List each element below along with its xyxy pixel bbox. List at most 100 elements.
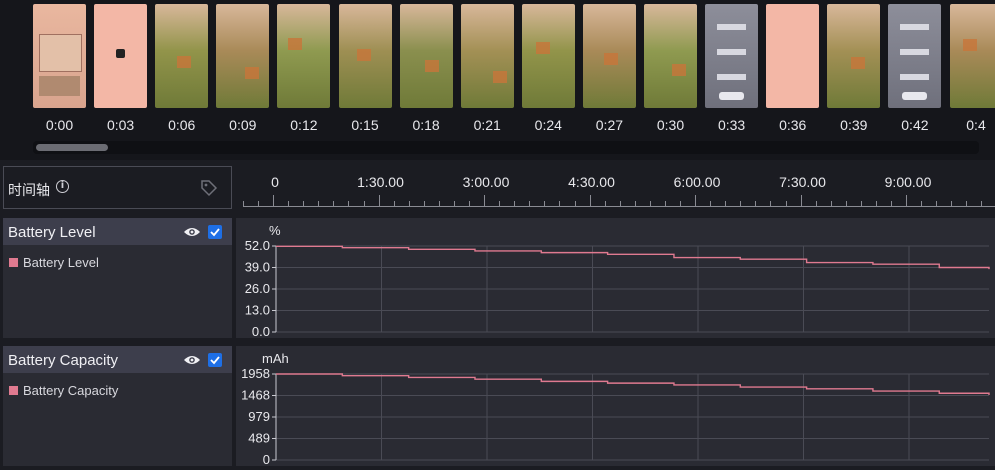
legend-label: Battery Capacity	[23, 383, 119, 398]
frame-timestamp: 0:42	[901, 117, 929, 133]
ruler-baseline	[243, 206, 995, 207]
game-object	[535, 42, 550, 54]
y-tick-label: 39.0	[245, 260, 270, 275]
menu-panel	[39, 34, 82, 72]
frame-timestamp: 0:21	[473, 117, 501, 133]
series-line	[276, 373, 990, 395]
game-object	[492, 71, 507, 83]
series-line	[276, 245, 990, 270]
frame-timestamp: 0:33	[717, 117, 746, 133]
metric-header: Battery Level	[3, 218, 232, 245]
game-object	[288, 38, 303, 50]
frame-timestamp: 0:30	[656, 117, 685, 133]
filmstrip-scrollbar[interactable]	[33, 141, 979, 154]
video-frame-thumbnail[interactable]	[94, 4, 148, 108]
ruler-label: 4:30.00	[568, 174, 615, 190]
video-frame-thumbnail[interactable]	[33, 4, 86, 108]
chart-battery-capacity: mAh 1958 1468 979 489 0	[236, 346, 995, 466]
y-tick-label: 52.0	[245, 238, 270, 253]
ruler-label: 9:00.00	[884, 174, 932, 190]
y-tick-label: 0	[263, 452, 270, 466]
video-frame-thumbnail[interactable]	[277, 4, 331, 108]
video-frame-thumbnail[interactable]	[521, 4, 575, 108]
eye-icon[interactable]	[183, 354, 201, 366]
ruler-label: 3:00.00	[462, 174, 510, 190]
ui-overlay-element	[717, 24, 747, 30]
video-frame-thumbnail[interactable]	[155, 4, 209, 108]
chart-battery-level: % 52.0 39.0 26.0 13.0 0.0	[236, 218, 995, 338]
frame-timestamp: 0:27	[595, 117, 624, 133]
info-icon[interactable]: i	[56, 180, 69, 193]
frame-timestamp: 0:4	[966, 117, 986, 133]
video-frame-thumbnail[interactable]	[216, 4, 270, 108]
game-object	[245, 67, 260, 79]
ui-overlay-button	[902, 92, 928, 100]
video-frame-thumbnail[interactable]	[644, 4, 697, 108]
metric-panel-battery-level: Battery Level Battery Level	[3, 218, 232, 338]
timeline-ruler[interactable]: 0 1:30.00 3:00.00 4:30.00 6:00.00 7:30.00 9:00…	[236, 166, 995, 209]
frame-timestamp: 0:15	[351, 117, 379, 133]
frame-timestamp: 0:39	[840, 117, 868, 133]
video-frame-thumbnail[interactable]	[888, 4, 942, 108]
frame-timestamp: 0:09	[229, 117, 257, 133]
ui-overlay-button	[719, 92, 745, 100]
thumbnail-filmstrip: 0:00 0:03 0:06 0:09 0:12 0:15 0:18 0:21 0:24 0:27…	[0, 0, 995, 160]
frame-timestamp: 0:36	[779, 117, 807, 133]
y-tick-label: 13.0	[245, 303, 270, 318]
y-tick-label: 26.0	[245, 281, 270, 296]
menu-buttons	[39, 76, 80, 96]
legend-swatch	[9, 386, 18, 395]
frame-timestamp: 0:06	[168, 117, 196, 133]
chart-plot: 1958 1468 979 489 0	[241, 366, 990, 466]
frame-timestamp: 0:18	[412, 117, 440, 133]
video-frame-thumbnail[interactable]	[460, 4, 514, 108]
ruler-label: 6:00.00	[673, 174, 721, 190]
visibility-checkbox[interactable]	[208, 225, 222, 239]
tag-icon[interactable]	[200, 179, 218, 197]
game-object	[356, 49, 371, 61]
game-object	[851, 57, 866, 69]
game-object	[177, 56, 192, 68]
y-tick-label: 1958	[241, 366, 270, 381]
video-frame-thumbnail[interactable]	[949, 4, 995, 108]
frame-timestamp: 0:24	[534, 117, 562, 133]
check-icon	[210, 356, 220, 365]
ui-overlay-element	[717, 49, 747, 55]
ui-overlay-element	[900, 49, 930, 55]
y-tick-label: 979	[248, 409, 270, 424]
game-object	[672, 64, 686, 76]
video-frame-thumbnail[interactable]	[705, 4, 759, 108]
legend-label: Battery Level	[23, 255, 99, 270]
ruler-label: 7:30.00	[779, 174, 826, 190]
frame-timestamp: 0:12	[290, 117, 318, 133]
ruler-label: 1:30.00	[357, 174, 404, 190]
metric-panel-battery-capacity: Battery Capacity Battery Capacity	[3, 346, 232, 466]
timeline-header: 时间轴 i	[3, 166, 232, 209]
legend-swatch	[9, 258, 18, 267]
video-frame-thumbnail[interactable]	[399, 4, 453, 108]
y-tick-label: 1468	[241, 388, 270, 403]
eye-icon[interactable]	[183, 226, 201, 238]
y-tick-label: 0.0	[252, 324, 270, 338]
video-frame-thumbnail[interactable]	[582, 4, 636, 108]
ui-overlay-element	[900, 74, 930, 80]
video-frame-thumbnail[interactable]	[338, 4, 392, 108]
game-object	[962, 39, 977, 51]
frame-timestamp: 0:00	[45, 117, 74, 133]
filmstrip-scroll-thumb[interactable]	[36, 144, 108, 151]
visibility-checkbox[interactable]	[208, 353, 222, 367]
metric-title: Battery Level	[8, 224, 96, 241]
y-tick-label: 489	[248, 431, 270, 446]
ui-overlay-element	[900, 24, 930, 30]
metric-title: Battery Capacity	[8, 352, 119, 369]
game-object	[424, 60, 439, 72]
game-object	[603, 53, 618, 65]
check-icon	[210, 228, 220, 237]
loading-indicator	[116, 49, 126, 58]
ui-overlay-element	[717, 74, 747, 80]
frame-timestamp: 0:03	[106, 117, 135, 133]
video-frame-thumbnail[interactable]	[766, 4, 820, 108]
video-frame-thumbnail[interactable]	[827, 4, 881, 108]
ruler-label: 0	[271, 174, 279, 190]
chart-plot: 52.0 39.0 26.0 13.0 0.0	[245, 238, 990, 338]
